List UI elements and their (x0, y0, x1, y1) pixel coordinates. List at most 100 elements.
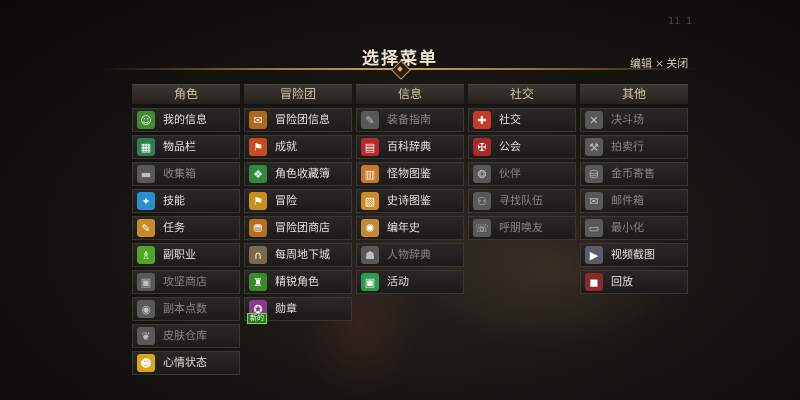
menu-item-label: 呼朋唤友 (499, 221, 543, 234)
menu-item-label: 史诗图鉴 (387, 194, 431, 207)
skill-star-icon: ✦ (137, 192, 155, 210)
menu-item-label: 每周地下城 (275, 248, 330, 261)
social-badge-icon: ✚ (473, 111, 491, 129)
monster-book-icon: ▥ (361, 165, 379, 183)
menu-item-label: 角色收藏簿 (275, 167, 330, 180)
video-capture-icon: ▶ (585, 246, 603, 264)
character-dictionary-icon: ☗ (361, 246, 379, 264)
menu-item-label: 最小化 (611, 221, 644, 234)
equipment-guide-icon: ✎ (361, 111, 379, 129)
menu-item[interactable]: ❂ 伙伴 (468, 162, 576, 186)
menu-item-label: 副本点数 (163, 302, 207, 315)
menu-item-label: 成就 (275, 140, 297, 153)
close-button[interactable]: 关闭 (666, 57, 688, 70)
menu-item[interactable]: ⛁ 金币寄售 (580, 162, 688, 186)
menu-item[interactable]: ▤ 百科辞典 (356, 135, 464, 159)
menu-item[interactable]: ✪ 勋章 新的 (244, 297, 352, 324)
minimize-window-icon: ▭ (585, 219, 603, 237)
menu-item[interactable]: ▥ 怪物图鉴 (356, 162, 464, 186)
menu-item-label: 冒险 (275, 194, 297, 207)
menu-item[interactable]: ✉ 冒险团信息 (244, 108, 352, 132)
menu-item-label: 编年史 (387, 221, 420, 234)
menu-item[interactable]: ◼ 回放 (580, 270, 688, 294)
menu-item[interactable]: ✚ 社交 (468, 108, 576, 132)
menu-item[interactable]: ☺ 我的信息 (132, 108, 240, 132)
menu-item[interactable]: ⛃ 冒险团商店 (244, 216, 352, 240)
menu-item-label: 公会 (499, 140, 521, 153)
replay-icon: ◼ (585, 273, 603, 291)
edit-button[interactable]: 编辑 (630, 57, 652, 70)
menu-item[interactable]: ▶ 视频截图 (580, 243, 688, 267)
menu-item[interactable]: ✠ 公会 (468, 135, 576, 159)
menu-item[interactable]: ▬ 收集箱 (132, 162, 240, 186)
menu-column: 社交 ✚ 社交 ✠ 公会 ❂ 伙伴 ⚇ 寻找队伍 ☏ 呼朋唤友 (468, 84, 576, 243)
raid-shop-icon: ▣ (137, 273, 155, 291)
menu-item[interactable]: ♗ 副职业 (132, 243, 240, 267)
menu-item[interactable]: ✦ 技能 (132, 189, 240, 213)
menu-column: 角色 ☺ 我的信息 ▦ 物品栏 ▬ 收集箱 ✦ 技能 ✎ 任务 ♗ 副职业 ▣ 攻坚商店 ◉ 副本点数 ❦ 皮肤仓库… (132, 84, 240, 378)
mailbox-icon: ✉ (585, 192, 603, 210)
menu-item[interactable]: ∩ 每周地下城 (244, 243, 352, 267)
partner-wings-icon: ❂ (473, 165, 491, 183)
close-icon[interactable]: × (655, 57, 664, 70)
menu-item-label: 伙伴 (499, 167, 521, 180)
menu-item[interactable]: ▣ 攻坚商店 (132, 270, 240, 294)
menu-item-label: 视频截图 (611, 248, 655, 261)
menu-item-label: 金币寄售 (611, 167, 655, 180)
menu-item-label: 收集箱 (163, 167, 196, 180)
menu-item[interactable]: ✎ 装备指南 (356, 108, 464, 132)
achievement-banner-icon: ⚑ (249, 138, 267, 156)
menu-item[interactable]: ✕ 决斗场 (580, 108, 688, 132)
menu-item[interactable]: ▦ 物品栏 (132, 135, 240, 159)
column-header: 其他 (580, 84, 688, 105)
encyclopedia-book-icon: ▤ (361, 138, 379, 156)
menu-item-label: 精锐角色 (275, 275, 319, 288)
guild-shop-icon: ⛃ (249, 219, 267, 237)
menu-item[interactable]: ▭ 最小化 (580, 216, 688, 240)
find-party-icon: ⚇ (473, 192, 491, 210)
menu-item[interactable]: ⚇ 寻找队伍 (468, 189, 576, 213)
collection-box-icon: ▬ (137, 165, 155, 183)
menu-item[interactable]: ✉ 邮件箱 (580, 189, 688, 213)
menu-item-label: 百科辞典 (387, 140, 431, 153)
menu-item-label: 邮件箱 (611, 194, 644, 207)
menu-item-label: 活动 (387, 275, 409, 288)
menu-item-label: 怪物图鉴 (387, 167, 431, 180)
menu-item[interactable]: ❖ 角色收藏簿 (244, 162, 352, 186)
menu-item[interactable]: ⚑ 成就 (244, 135, 352, 159)
menu-item-label: 物品栏 (163, 140, 196, 153)
menu-item[interactable]: ☗ 人物辞典 (356, 243, 464, 267)
menu-actions: 编辑 × 关闭 (630, 55, 688, 71)
menu-item[interactable]: ❦ 皮肤仓库 (132, 324, 240, 348)
guild-crest-icon: ✠ (473, 138, 491, 156)
inventory-bag-icon: ▦ (137, 138, 155, 156)
menu-item-label: 冒险团商店 (275, 221, 330, 234)
menu-item[interactable]: ⚒ 拍卖行 (580, 135, 688, 159)
character-icon: ☺ (137, 111, 155, 129)
skin-storage-icon: ❦ (137, 327, 155, 345)
menu-item-label: 冒险团信息 (275, 113, 330, 126)
menu-item[interactable]: ☻ 心情状态 (132, 351, 240, 375)
menu-item-label: 决斗场 (611, 113, 644, 126)
menu-item[interactable]: ▧ 史诗图鉴 (356, 189, 464, 213)
adventure-flag-icon: ⚑ (249, 192, 267, 210)
chronicle-gear-icon: ✺ (361, 219, 379, 237)
guild-scroll-icon: ✉ (249, 111, 267, 129)
weekly-dungeon-gate-icon: ∩ (249, 246, 267, 264)
dungeon-points-icon: ◉ (137, 300, 155, 318)
quest-scroll-icon: ✎ (137, 219, 155, 237)
menu-item[interactable]: ◉ 副本点数 (132, 297, 240, 321)
menu-item-label: 回放 (611, 275, 633, 288)
menu-item-label: 勋章 (275, 302, 297, 315)
column-header: 冒险团 (244, 84, 352, 105)
menu-item[interactable]: ♜ 精锐角色 (244, 270, 352, 294)
menu-item[interactable]: ☏ 呼朋唤友 (468, 216, 576, 240)
column-header: 信息 (356, 84, 464, 105)
menu-item-label: 皮肤仓库 (163, 329, 207, 342)
menu-item[interactable]: ▣ 活动 (356, 270, 464, 294)
event-box-icon: ▣ (361, 273, 379, 291)
menu-item[interactable]: ✎ 任务 (132, 216, 240, 240)
menu-item[interactable]: ✺ 编年史 (356, 216, 464, 240)
menu-item[interactable]: ⚑ 冒险 (244, 189, 352, 213)
mood-smiley-icon: ☻ (137, 354, 155, 372)
